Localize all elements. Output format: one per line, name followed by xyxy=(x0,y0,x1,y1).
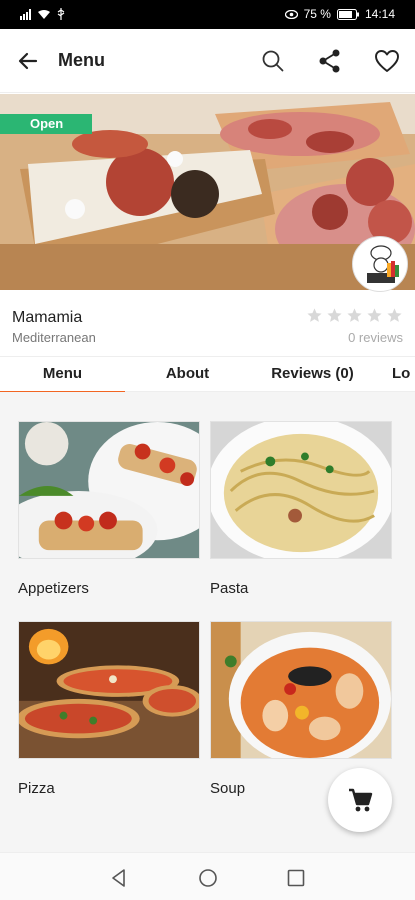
nav-home-icon[interactable] xyxy=(197,867,219,889)
tab-about[interactable]: About xyxy=(125,357,250,393)
pizza-image xyxy=(17,621,202,759)
category-pizza[interactable]: Pizza xyxy=(17,621,202,797)
cart-button[interactable] xyxy=(328,768,392,832)
nav-recents-icon[interactable] xyxy=(285,867,307,889)
star-icon xyxy=(387,308,402,322)
tab-reviews[interactable]: Reviews (0) xyxy=(250,357,375,393)
tab-menu[interactable]: Menu xyxy=(0,357,125,394)
rating-stars xyxy=(306,307,403,324)
page-title: Menu xyxy=(58,50,105,70)
status-left xyxy=(20,8,65,20)
app-bar: Menu xyxy=(0,29,415,93)
system-nav-bar xyxy=(0,852,415,900)
status-badge: Open xyxy=(0,114,92,134)
cart-icon xyxy=(349,788,373,812)
tab-bar: Menu About Reviews (0) Lo xyxy=(0,356,415,394)
eye-icon xyxy=(284,9,298,19)
category-label: Pasta xyxy=(210,580,249,597)
battery-icon xyxy=(336,8,359,20)
search-icon[interactable] xyxy=(259,47,287,75)
status-right: 75 % 14:14 xyxy=(284,7,395,21)
clock: 14:14 xyxy=(364,7,395,21)
star-icon xyxy=(327,308,342,322)
battery-percent: 75 % xyxy=(303,7,331,21)
category-label: Appetizers xyxy=(18,580,89,597)
appetizers-image xyxy=(0,421,227,570)
restaurant-logo xyxy=(352,236,408,292)
nav-back-icon[interactable] xyxy=(108,867,130,889)
soup-image xyxy=(210,621,392,766)
restaurant-name: Mamamia xyxy=(12,309,83,326)
category-label: Pizza xyxy=(18,780,55,797)
wifi-icon xyxy=(38,10,50,19)
star-icon xyxy=(347,308,362,322)
pasta-image xyxy=(207,416,395,564)
category-pasta[interactable]: Pasta xyxy=(207,416,395,597)
restaurant-cuisine: Mediterranean xyxy=(12,330,96,345)
reviews-count[interactable]: 0 reviews xyxy=(348,330,403,345)
usb-icon xyxy=(57,8,65,20)
category-appetizers[interactable]: Appetizers xyxy=(0,421,227,597)
star-icon xyxy=(307,308,322,322)
heart-icon[interactable] xyxy=(373,47,401,75)
tab-location[interactable]: Lo xyxy=(392,357,415,393)
signal-icon xyxy=(20,9,31,20)
star-icon xyxy=(367,308,382,322)
status-bar: 75 % 14:14 xyxy=(0,0,415,29)
back-arrow-icon[interactable] xyxy=(14,47,42,75)
share-icon[interactable] xyxy=(316,47,344,75)
